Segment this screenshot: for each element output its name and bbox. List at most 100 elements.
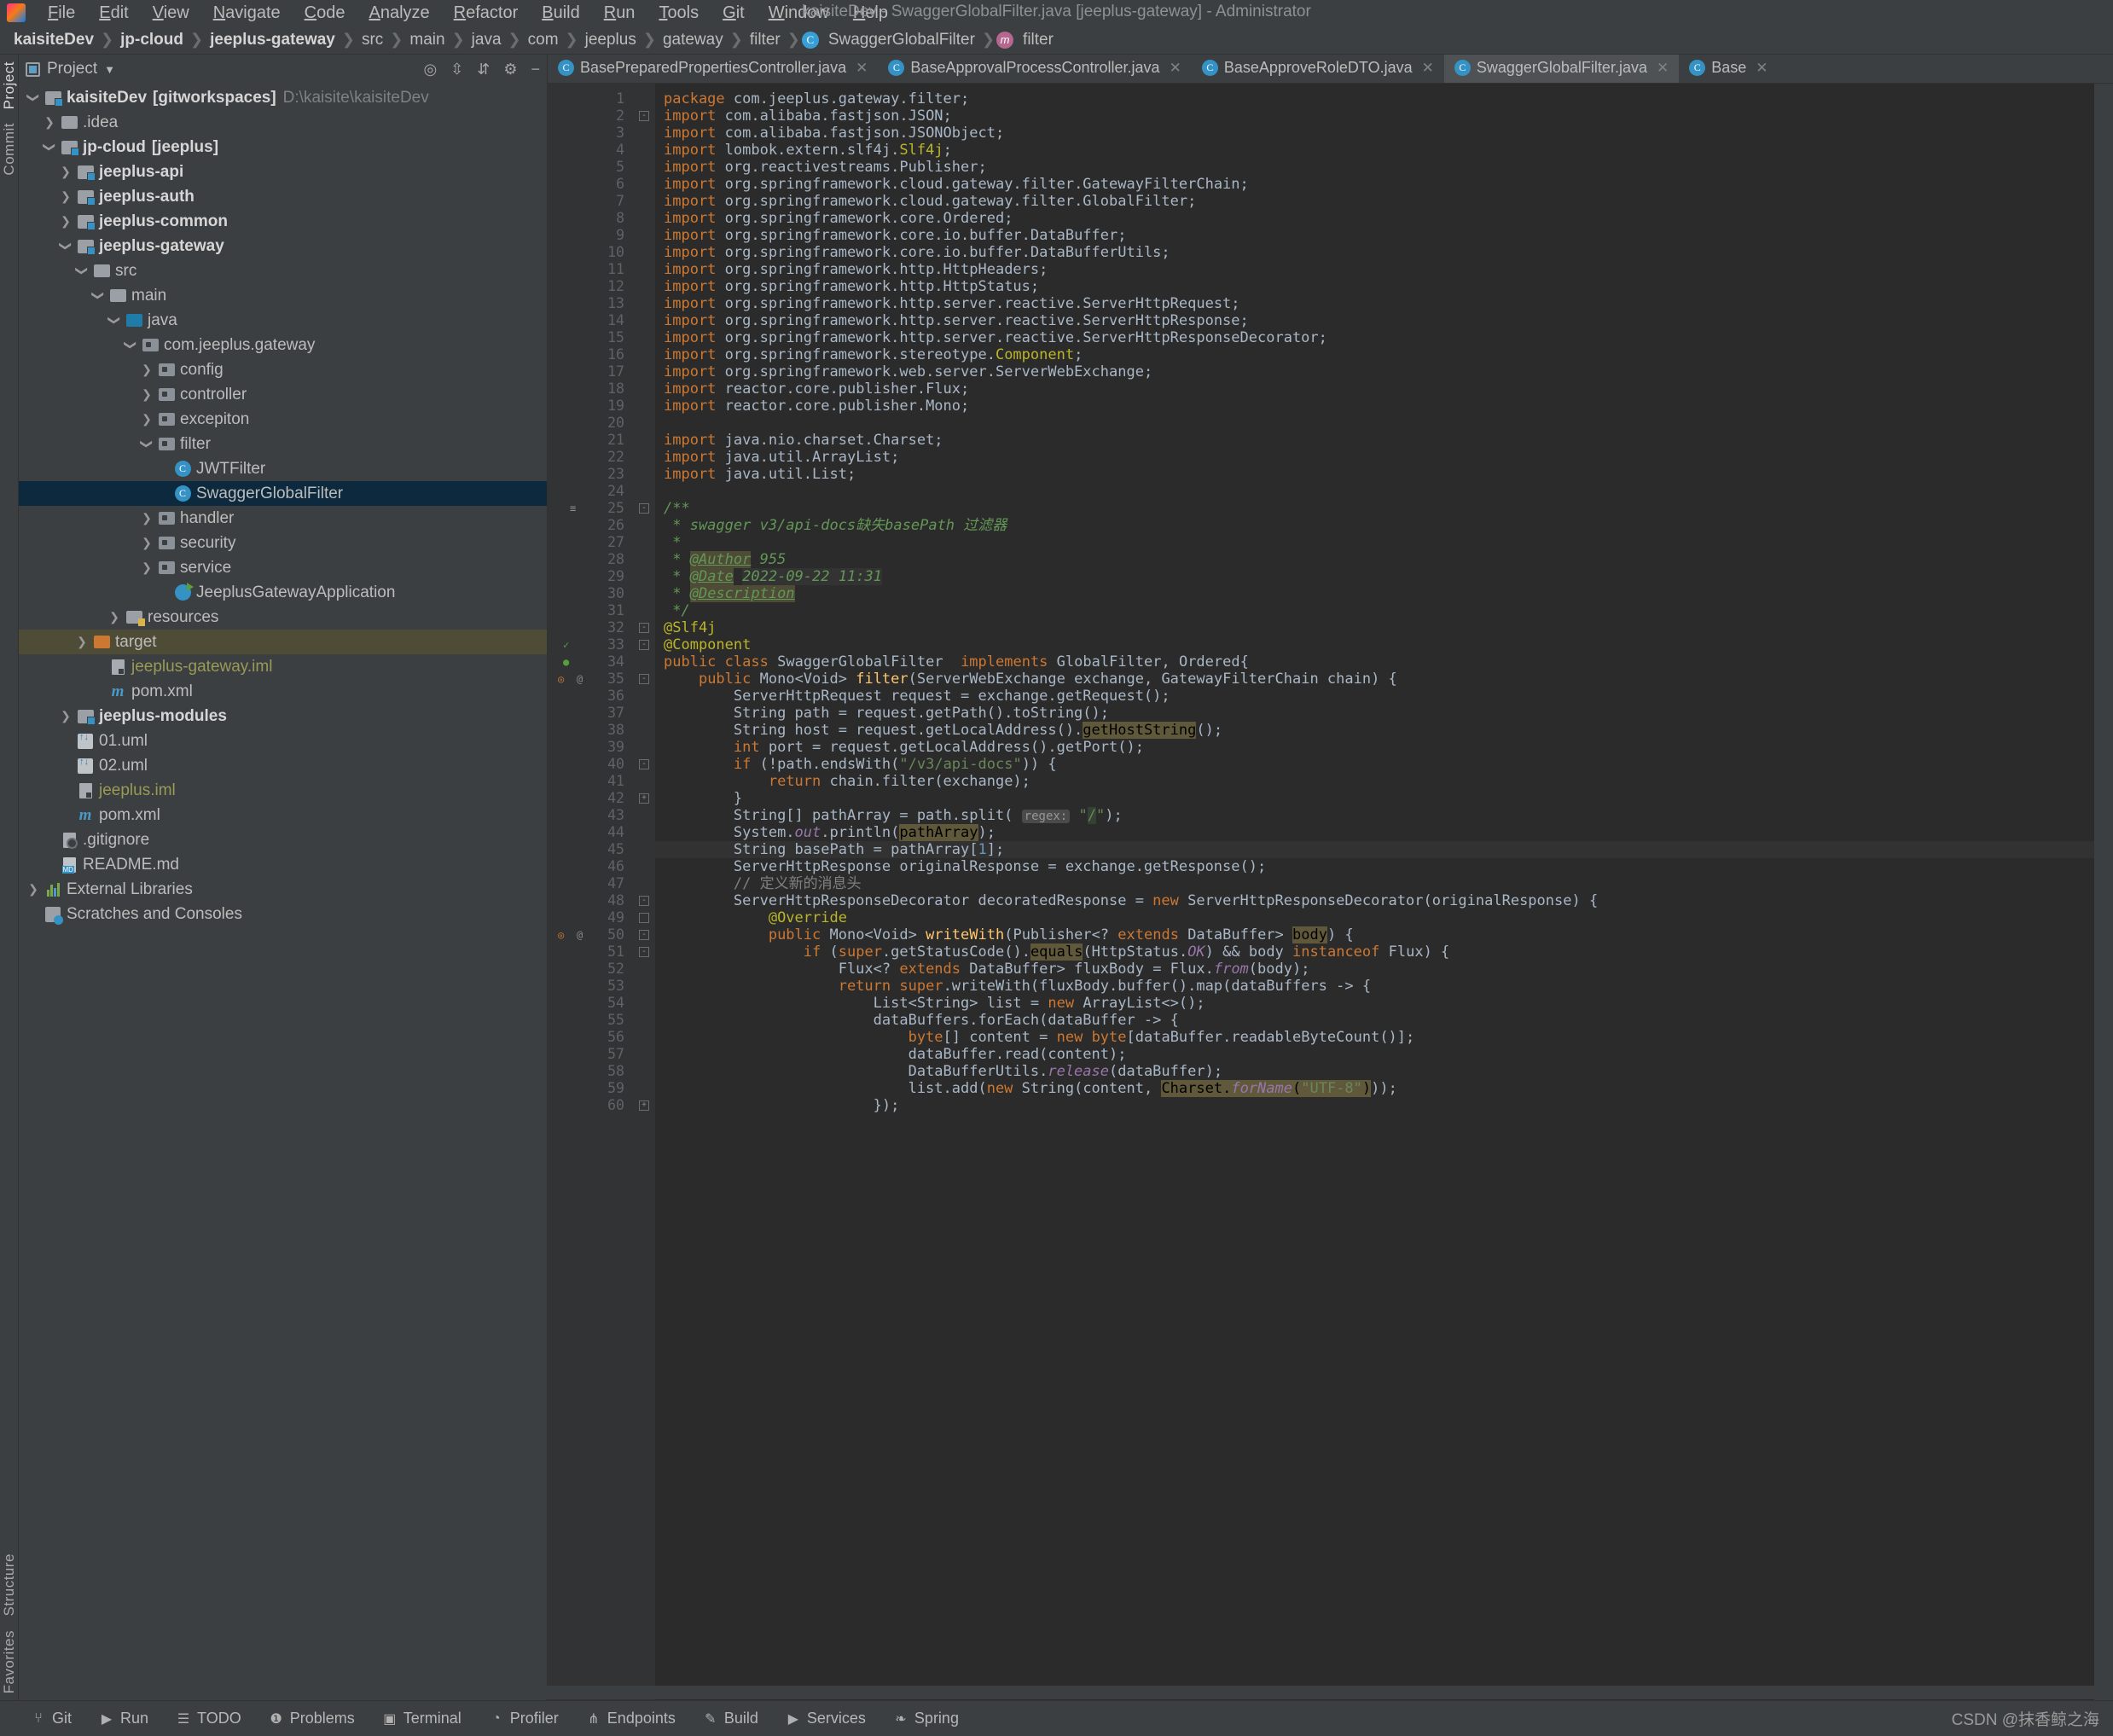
fold-marker-slot[interactable] — [633, 517, 655, 534]
hide-icon[interactable]: − — [531, 61, 540, 78]
tree-node-01.uml[interactable]: ›01.uml — [19, 729, 547, 753]
fold-marker-slot[interactable] — [633, 841, 655, 858]
fold-toggle-icon[interactable]: - — [639, 674, 649, 684]
fold-toggle-icon[interactable] — [639, 913, 649, 923]
chevron-right-icon[interactable]: ❯ — [137, 536, 156, 550]
fold-marker-slot[interactable] — [633, 210, 655, 227]
fold-marker-slot[interactable]: + — [633, 790, 655, 807]
tree-node-service[interactable]: ❯ service — [19, 555, 547, 580]
fold-toggle-icon[interactable]: - — [639, 759, 649, 769]
breadcrumb-item-gateway[interactable]: gateway ❯ — [658, 31, 745, 49]
fold-marker-slot[interactable] — [633, 193, 655, 210]
fold-marker-slot[interactable] — [633, 398, 655, 415]
menu-code[interactable]: Code — [293, 2, 357, 25]
fold-marker-slot[interactable] — [633, 858, 655, 875]
fold-marker-slot[interactable] — [633, 995, 655, 1012]
fold-marker-slot[interactable]: - — [633, 671, 655, 688]
code-line[interactable]: return chain.filter(exchange); — [655, 773, 2094, 790]
tree-node-scratches-and-consoles[interactable]: ›Scratches and Consoles — [19, 902, 547, 926]
fold-toggle-icon[interactable]: - — [639, 503, 649, 514]
tree-node-.idea[interactable]: ❯ .idea — [19, 110, 547, 135]
code-line[interactable]: import java.util.ArrayList; — [655, 449, 2094, 466]
fold-marker-slot[interactable] — [633, 688, 655, 705]
menu-navigate[interactable]: Navigate — [201, 2, 293, 25]
breadcrumb-item-filter[interactable]: m filter — [996, 31, 1059, 49]
code-line[interactable]: DataBufferUtils.release(dataBuffer); — [655, 1063, 2094, 1080]
code-line[interactable]: @Slf4j — [655, 619, 2094, 636]
breadcrumb-item-src[interactable]: src ❯ — [357, 31, 404, 49]
code-line[interactable]: // 定义新的消息头 — [655, 875, 2094, 892]
fold-marker-slot[interactable] — [633, 295, 655, 312]
fold-marker-slot[interactable] — [633, 807, 655, 824]
tree-node-jwtfilter[interactable]: ›CJWTFilter — [19, 456, 547, 481]
code-line[interactable]: if (!path.endsWith("/v3/api-docs")) { — [655, 756, 2094, 773]
fold-marker-slot[interactable] — [633, 551, 655, 568]
chevron-right-icon[interactable]: ❯ — [73, 635, 91, 649]
chevron-right-icon[interactable]: ❯ — [56, 165, 75, 179]
breadcrumb-item-filter[interactable]: filter ❯ — [745, 31, 802, 49]
editor-tab-base[interactable]: C Base ✕ — [1679, 55, 1778, 83]
code-line[interactable]: import com.alibaba.fastjson.JSONObject; — [655, 125, 2094, 142]
fold-marker-slot[interactable] — [633, 312, 655, 329]
collapse-all-icon[interactable]: ⇵ — [477, 61, 490, 78]
code-line[interactable]: import org.springframework.stereotype.Co… — [655, 346, 2094, 363]
fold-marker-slot[interactable] — [633, 176, 655, 193]
code-line[interactable]: import org.springframework.core.io.buffe… — [655, 244, 2094, 261]
code-line[interactable]: import java.nio.charset.Charset; — [655, 432, 2094, 449]
rail-button-favorites[interactable]: Favorites — [1, 1630, 18, 1693]
project-tree[interactable]: ❯ kaisiteDev [gitworkspaces] D:\kaisite\kai… — [19, 84, 547, 1700]
code-line[interactable]: ServerHttpResponseDecorator decoratedRes… — [655, 892, 2094, 909]
tree-node-readme.md[interactable]: ›README.md — [19, 852, 547, 877]
chevron-right-icon[interactable]: ❯ — [137, 363, 156, 377]
code-line[interactable]: import org.springframework.http.HttpStat… — [655, 278, 2094, 295]
editor-tab-strip[interactable]: C BasePreparedPropertiesController.java ✕ C… — [548, 55, 2113, 84]
fold-marker-slot[interactable] — [633, 978, 655, 995]
code-line[interactable]: /** — [655, 500, 2094, 517]
tree-node-jeeplus-common[interactable]: ❯ jeeplus-common — [19, 209, 547, 234]
fold-marker-slot[interactable] — [633, 261, 655, 278]
chevron-down-icon[interactable]: ❯ — [26, 89, 41, 107]
code-line[interactable]: import reactor.core.publisher.Mono; — [655, 398, 2094, 415]
code-line[interactable]: import com.alibaba.fastjson.JSON; — [655, 107, 2094, 125]
editor-tab-swaggerglobalfilter[interactable]: C SwaggerGlobalFilter.java ✕ — [1443, 55, 1680, 83]
chevron-down-icon[interactable]: ❯ — [124, 336, 138, 355]
fold-marker-slot[interactable] — [633, 483, 655, 500]
code-line[interactable]: public Mono<Void> writeWith(Publisher<? … — [655, 926, 2094, 943]
fold-marker-slot[interactable] — [633, 329, 655, 346]
close-icon[interactable]: ✕ — [1170, 60, 1181, 77]
code-line[interactable]: List<String> list = new ArrayList<>(); — [655, 995, 2094, 1012]
rail-button-structure[interactable]: Structure — [1, 1553, 18, 1616]
fold-marker-slot[interactable]: - — [633, 636, 655, 653]
fold-marker-slot[interactable] — [633, 653, 655, 671]
menu-edit[interactable]: Edit — [87, 2, 140, 25]
chevron-right-icon[interactable]: ❯ — [137, 560, 156, 575]
statusbar-spring[interactable]: ❧ Spring — [893, 1710, 959, 1727]
chevron-down-icon[interactable]: ❯ — [107, 311, 122, 330]
code-line[interactable]: String path = request.getPath().toString… — [655, 705, 2094, 722]
fold-marker-slot[interactable] — [633, 961, 655, 978]
breadcrumb-item-kaisitedev[interactable]: kaisiteDev ❯ — [9, 31, 115, 49]
code-line[interactable]: import org.springframework.core.Ordered; — [655, 210, 2094, 227]
breadcrumb-item-main[interactable]: main ❯ — [404, 31, 466, 49]
fold-marker-slot[interactable] — [633, 244, 655, 261]
horizontal-scrollbar[interactable] — [38, 1686, 2113, 1699]
code-line[interactable] — [655, 415, 2094, 432]
editor-tab-baseapproveroledto[interactable]: C BaseApproveRoleDTO.java ✕ — [1192, 55, 1444, 83]
menu-git[interactable]: Git — [711, 2, 757, 25]
tree-node-external-libraries[interactable]: ❯ External Libraries — [19, 877, 547, 902]
fold-marker-slot[interactable] — [633, 875, 655, 892]
tree-node-java[interactable]: ❯ java — [19, 308, 547, 333]
tree-node-kaisitedev[interactable]: ❯ kaisiteDev [gitworkspaces] D:\kaisite\kai… — [19, 85, 547, 110]
fold-marker-slot[interactable] — [633, 909, 655, 926]
statusbar-run[interactable]: ▶ Run — [99, 1710, 148, 1727]
tree-node-security[interactable]: ❯ security — [19, 531, 547, 555]
statusbar-services[interactable]: ▶ Services — [786, 1710, 866, 1727]
breadcrumb[interactable]: kaisiteDev ❯ jp-cloud ❯ jeeplus-gateway ❯ src ❯… — [0, 26, 2113, 55]
tree-node-jeeplus-gateway[interactable]: ❯ jeeplus-gateway — [19, 234, 547, 258]
code-line[interactable]: import org.springframework.cloud.gateway… — [655, 193, 2094, 210]
code-line[interactable]: * swagger v3/api-docs缺失basePath 过滤器 — [655, 517, 2094, 534]
fold-marker-slot[interactable] — [633, 1029, 655, 1046]
code-line[interactable]: */ — [655, 602, 2094, 619]
fold-toggle-icon[interactable]: - — [639, 111, 649, 121]
tree-node-com.jeeplus.gateway[interactable]: ❯ com.jeeplus.gateway — [19, 333, 547, 357]
